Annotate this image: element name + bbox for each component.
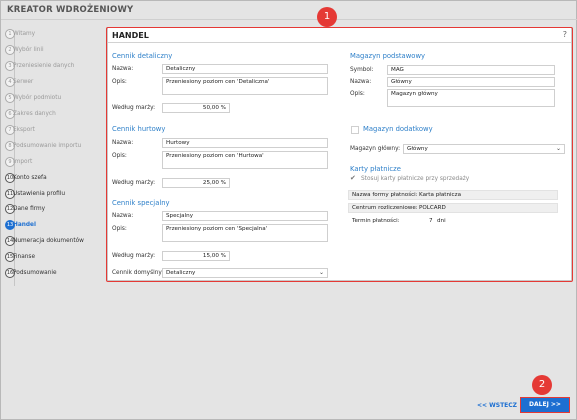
chevron-down-icon: ⌄ bbox=[555, 145, 561, 152]
app-title: KREATOR WDROŻENIOWY bbox=[7, 5, 134, 15]
magazyn-glowny-select[interactable]: Główny ⌄ bbox=[403, 144, 565, 154]
step-label: Serwer bbox=[13, 78, 34, 85]
step-item[interactable]: 12 Dane firmy bbox=[5, 203, 105, 215]
step-item[interactable]: 10 Konto szefa bbox=[5, 172, 105, 184]
cennik-specjalny-heading: Cennik specjalny bbox=[112, 199, 170, 207]
specjalny-margin-label: Według marży: bbox=[112, 253, 156, 259]
termin-unit: dni bbox=[437, 218, 446, 224]
karty-checkbox-label: Stosuj karty płatnicze przy sprzedaży bbox=[361, 176, 470, 182]
karty-row: Centrum rozliczeniowe: POLCARD bbox=[348, 203, 558, 213]
step-item[interactable]: 11 Ustawienia profilu bbox=[5, 188, 105, 200]
step-label: Import bbox=[13, 158, 33, 165]
step-label: Podsumowanie importu bbox=[13, 142, 82, 149]
detaliczny-desc-label: Opis: bbox=[112, 79, 127, 85]
karty-row-label: Termin płatności: bbox=[352, 218, 400, 224]
step-item[interactable]: 15 Finanse bbox=[5, 251, 105, 263]
karty-row-label: Centrum rozliczeniowe: bbox=[352, 205, 418, 211]
title-divider bbox=[1, 19, 577, 20]
step-label: Zakres danych bbox=[13, 110, 56, 117]
default-price-select[interactable]: Detaliczny ⌄ bbox=[162, 268, 328, 278]
next-button[interactable]: DALEJ >> bbox=[520, 397, 570, 413]
step-item[interactable]: 3 Przeniesienie danych bbox=[5, 60, 105, 72]
karty-row-value: Karta płatnicza bbox=[419, 192, 461, 198]
hurtowy-desc-input[interactable]: Przeniesiony poziom cen 'Hurtowa' bbox=[162, 151, 328, 169]
step-label: Wybór podmiotu bbox=[13, 94, 62, 101]
specjalny-name-label: Nazwa: bbox=[112, 213, 134, 219]
step-item[interactable]: 6 Zakres danych bbox=[5, 108, 105, 120]
handel-panel: HANDEL ? Cennik detaliczny Nazwa: Detali… bbox=[107, 27, 572, 281]
step-item[interactable]: 2 Wybór linii bbox=[5, 44, 105, 56]
hurtowy-desc-label: Opis: bbox=[112, 153, 127, 159]
step-label: Numeracja dokumentów bbox=[13, 238, 84, 245]
step-item[interactable]: 5 Wybór podmiotu bbox=[5, 92, 105, 104]
detaliczny-name-input[interactable]: Detaliczny bbox=[162, 64, 328, 74]
magazyn-dodatkowy-label: Magazyn dodatkowy bbox=[363, 125, 433, 133]
callout-badge-2: 2 bbox=[532, 375, 552, 395]
magazyn-name-label: Nazwa: bbox=[350, 79, 372, 85]
back-button[interactable]: << WSTECZ bbox=[477, 402, 517, 409]
magazyn-symbol-input[interactable]: MAG bbox=[387, 65, 555, 75]
step-label: Finanse bbox=[13, 254, 36, 261]
magazyn-glowny-value: Główny bbox=[407, 146, 428, 152]
cennik-hurtowy-heading: Cennik hurtowy bbox=[112, 125, 166, 133]
magazyn-glowny-label: Magazyn główny: bbox=[350, 146, 401, 152]
detaliczny-desc-input[interactable]: Przeniesiony poziom cen 'Detaliczna' bbox=[162, 77, 328, 95]
default-price-label: Cennik domyślny: bbox=[112, 270, 164, 276]
step-item[interactable]: 1 Witamy bbox=[5, 28, 105, 40]
karty-row: Nazwa formy płatności: Karta płatnicza bbox=[348, 190, 558, 200]
specjalny-desc-label: Opis: bbox=[112, 226, 127, 232]
step-label: Dane firmy bbox=[13, 206, 46, 213]
step-item[interactable]: 9 Import bbox=[5, 156, 105, 168]
step-item[interactable]: 7 Eksport bbox=[5, 124, 105, 136]
detaliczny-margin-label: Według marży: bbox=[112, 105, 156, 111]
chevron-down-icon: ⌄ bbox=[318, 269, 324, 276]
hurtowy-margin-label: Według marży: bbox=[112, 180, 156, 186]
panel-title: HANDEL bbox=[112, 31, 149, 40]
magazyn-desc-label: Opis: bbox=[350, 91, 365, 97]
step-item[interactable]: 4 Serwer bbox=[5, 76, 105, 88]
check-icon[interactable]: ✔ bbox=[350, 174, 356, 182]
step-label: Ustawienia profilu bbox=[13, 190, 66, 197]
step-item[interactable]: 14 Numeracja dokumentów bbox=[5, 235, 105, 247]
hurtowy-name-input[interactable]: Hurtowy bbox=[162, 138, 328, 148]
hurtowy-margin-input[interactable]: 25,00 % bbox=[162, 178, 230, 188]
magazyn-desc-input[interactable]: Magazyn główny bbox=[387, 89, 555, 107]
step-item[interactable]: 16 Podsumowanie bbox=[5, 267, 105, 279]
wizard-window: KREATOR WDROŻENIOWY 1 Witamy 2 Wybór linii 3… bbox=[0, 0, 577, 420]
step-item[interactable]: 8 Podsumowanie importu bbox=[5, 140, 105, 152]
step-label: Konto szefa bbox=[13, 174, 47, 181]
karty-platnicze-heading: Karty płatnicze bbox=[350, 165, 401, 173]
karty-row-label: Nazwa formy płatności: bbox=[352, 192, 418, 198]
cennik-detaliczny-heading: Cennik detaliczny bbox=[112, 52, 173, 60]
default-price-value: Detaliczny bbox=[166, 270, 196, 276]
magazyn-symbol-label: Symbol: bbox=[350, 67, 374, 73]
magazyn-name-input[interactable]: Główny bbox=[387, 77, 555, 87]
magazyn-dodatkowy-checkbox[interactable] bbox=[351, 126, 359, 134]
magazyn-podstawowy-heading: Magazyn podstawowy bbox=[350, 52, 426, 60]
panel-divider bbox=[108, 42, 571, 43]
karty-row: Termin płatności: 7 dni bbox=[348, 216, 558, 226]
step-item[interactable]: 13 Handel bbox=[5, 219, 105, 231]
step-label: Podsumowanie bbox=[13, 270, 57, 277]
specjalny-desc-input[interactable]: Przeniesiony poziom cen 'Specjalna' bbox=[162, 224, 328, 242]
detaliczny-name-label: Nazwa: bbox=[112, 66, 134, 72]
step-label: Wybór linii bbox=[13, 46, 44, 53]
step-label: Przeniesienie danych bbox=[13, 62, 75, 69]
step-label: Eksport bbox=[13, 126, 35, 133]
step-label: Witamy bbox=[13, 31, 36, 37]
hurtowy-name-label: Nazwa: bbox=[112, 140, 134, 146]
step-label: Handel bbox=[13, 222, 36, 229]
termin-platnosci-input[interactable]: 7 bbox=[429, 217, 433, 225]
help-icon[interactable]: ? bbox=[563, 30, 567, 39]
karty-row-value: POLCARD bbox=[419, 205, 446, 211]
detaliczny-margin-input[interactable]: 50,00 % bbox=[162, 103, 230, 113]
callout-badge-1: 1 bbox=[317, 7, 337, 27]
specjalny-margin-input[interactable]: 15,00 % bbox=[162, 251, 230, 261]
specjalny-name-input[interactable]: Specjalny bbox=[162, 211, 328, 221]
